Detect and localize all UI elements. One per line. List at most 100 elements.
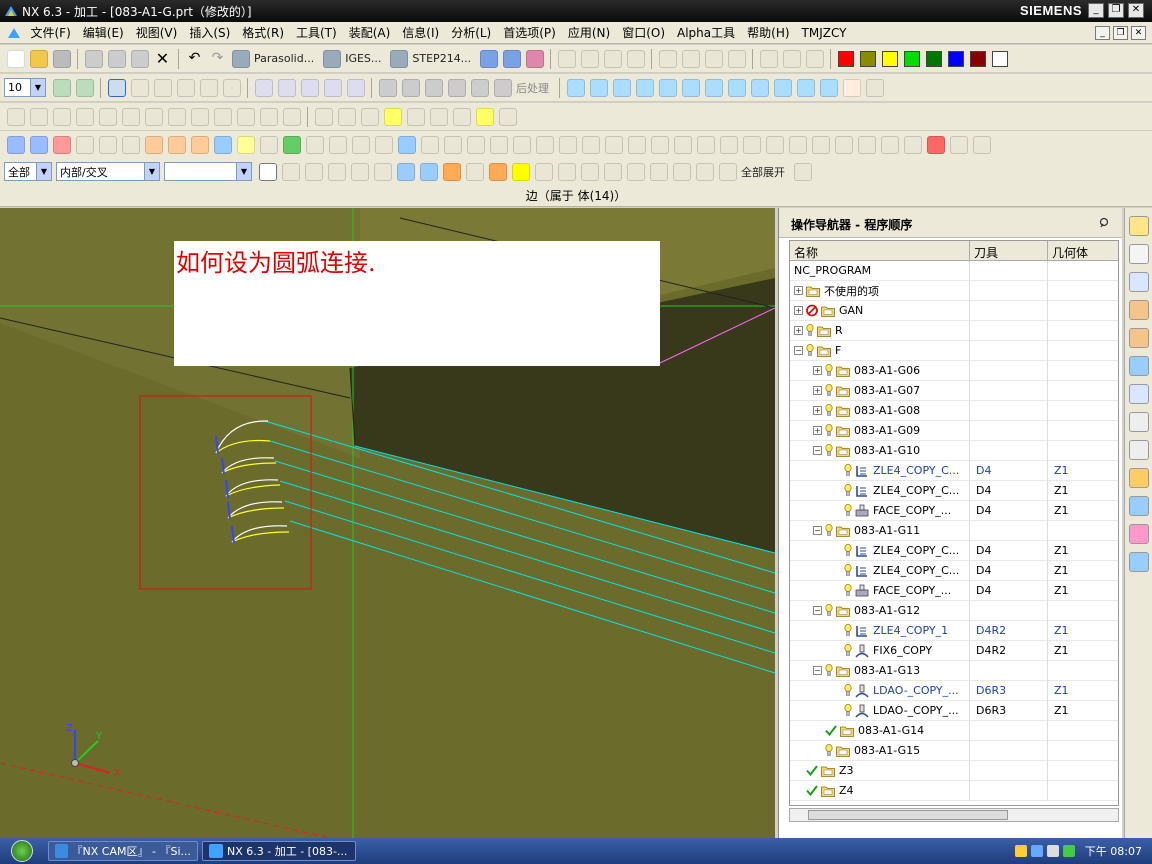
- op-icon-21[interactable]: [475, 107, 494, 126]
- postprocess-icon[interactable]: [493, 78, 512, 97]
- an-icon-2[interactable]: [29, 135, 48, 154]
- cut-icon[interactable]: [84, 49, 103, 68]
- an-icon-27[interactable]: [604, 135, 623, 154]
- nav-tool-icon-12[interactable]: [819, 78, 838, 97]
- table-row[interactable]: +083-A1-G07: [790, 380, 1118, 401]
- an-icon-19[interactable]: [420, 135, 439, 154]
- an-icon-24[interactable]: [535, 135, 554, 154]
- op-icon-19[interactable]: [429, 107, 448, 126]
- color-white-swatch[interactable]: [992, 50, 1009, 67]
- menu-edit[interactable]: 编辑(E): [77, 24, 130, 41]
- web-browser-icon[interactable]: [1129, 384, 1149, 404]
- step-button[interactable]: STEP214...: [412, 52, 471, 65]
- an-icon-39[interactable]: [880, 135, 899, 154]
- an-icon-22[interactable]: [489, 135, 508, 154]
- process-studio-icon[interactable]: [1129, 496, 1149, 516]
- table-row[interactable]: ZLE4_COPY_C... D4 Z1: [790, 460, 1118, 481]
- expand-all-icon[interactable]: [718, 162, 737, 181]
- an-icon-23[interactable]: [512, 135, 531, 154]
- op-icon-18[interactable]: [406, 107, 425, 126]
- an-icon-31[interactable]: [696, 135, 715, 154]
- table-row[interactable]: FACE_COPY_... D4 Z1: [790, 580, 1118, 601]
- transform-icon[interactable]: [525, 49, 544, 68]
- an-icon-18[interactable]: [397, 135, 416, 154]
- color-green-swatch[interactable]: [904, 50, 921, 67]
- graphics-viewport[interactable]: Z Y X 如何设为圆弧连接.: [0, 208, 775, 838]
- color-blue-swatch[interactable]: [948, 50, 965, 67]
- line-icon[interactable]: [557, 49, 576, 68]
- parasolid-button[interactable]: Parasolid...: [254, 52, 314, 65]
- snap-icon-7[interactable]: [419, 162, 438, 181]
- spline-icon[interactable]: [626, 49, 645, 68]
- snap-icon-11[interactable]: [534, 162, 553, 181]
- op-icon-5[interactable]: [98, 107, 117, 126]
- doc-minimize-button[interactable]: _: [1095, 26, 1110, 40]
- verify-path-icon[interactable]: [424, 78, 443, 97]
- reuse-library-icon[interactable]: [1129, 300, 1149, 320]
- op-icon-15[interactable]: [337, 107, 356, 126]
- update-icon[interactable]: [1062, 845, 1075, 857]
- collapse-icon[interactable]: −: [794, 346, 803, 355]
- table-row[interactable]: LDAO-_COPY_... D6R3 Z1: [790, 700, 1118, 721]
- table-row[interactable]: ZLE4_COPY_C... D4 Z1: [790, 560, 1118, 581]
- snap-icon-4[interactable]: [350, 162, 369, 181]
- an-icon-37[interactable]: [834, 135, 853, 154]
- snap-icon-6[interactable]: [396, 162, 415, 181]
- history-icon[interactable]: [1129, 412, 1149, 432]
- new-file-icon[interactable]: [6, 49, 25, 68]
- table-row[interactable]: ZLE4_COPY_C... D4 Z1: [790, 540, 1118, 561]
- table-row[interactable]: − 083-A1-G12: [790, 600, 1118, 621]
- create-operation-icon[interactable]: [346, 78, 365, 97]
- expand-icon[interactable]: +: [813, 386, 822, 395]
- op-icon-9[interactable]: [190, 107, 209, 126]
- op-icon-17[interactable]: [383, 107, 402, 126]
- nav-tool-icon-7[interactable]: [704, 78, 723, 97]
- doc-restore-button[interactable]: ❐: [1113, 26, 1128, 40]
- an-icon-29[interactable]: [650, 135, 669, 154]
- navigator-hscroll[interactable]: [789, 808, 1119, 822]
- snap-icon-10[interactable]: [488, 162, 507, 181]
- nav-tool-icon-5[interactable]: [658, 78, 677, 97]
- snap-icon-5[interactable]: [373, 162, 392, 181]
- table-row[interactable]: ZLE4_COPY_C... D4 Z1: [790, 480, 1118, 501]
- table-row[interactable]: − F: [790, 340, 1118, 361]
- iges-button[interactable]: IGES...: [345, 52, 381, 65]
- menu-application[interactable]: 应用(N): [562, 24, 616, 41]
- wcs-icon-2[interactable]: [153, 78, 172, 97]
- arrow-right-icon[interactable]: [580, 162, 599, 181]
- an-icon-9[interactable]: [190, 135, 209, 154]
- color-maroon-swatch[interactable]: [970, 50, 987, 67]
- op-icon-12[interactable]: [259, 107, 278, 126]
- text-a-icon[interactable]: [479, 49, 498, 68]
- table-row[interactable]: Z3: [790, 760, 1118, 781]
- system-materials-icon[interactable]: [1129, 440, 1149, 460]
- snap-icon-3[interactable]: [327, 162, 346, 181]
- table-row[interactable]: +083-A1-G09: [790, 420, 1118, 441]
- menu-view[interactable]: 视图(V): [130, 24, 184, 41]
- cam-icon-1[interactable]: [52, 78, 71, 97]
- assembly-navigator-icon[interactable]: [1129, 216, 1149, 236]
- arrow-left-icon[interactable]: [557, 162, 576, 181]
- menu-help[interactable]: 帮助(H): [741, 24, 795, 41]
- table-row[interactable]: 083-A1-G15: [790, 740, 1118, 761]
- an-icon-41[interactable]: [926, 135, 945, 154]
- an-icon-20[interactable]: [443, 135, 462, 154]
- trim-curve-icon[interactable]: [681, 49, 700, 68]
- an-icon-10[interactable]: [213, 135, 232, 154]
- an-icon-38[interactable]: [857, 135, 876, 154]
- op-icon-11[interactable]: [236, 107, 255, 126]
- collapse-icon[interactable]: −: [813, 526, 822, 535]
- expand-icon[interactable]: +: [794, 326, 803, 335]
- part-navigator-icon[interactable]: [1129, 244, 1149, 264]
- table-row[interactable]: +083-A1-G06: [790, 360, 1118, 381]
- redo-icon[interactable]: ↷: [209, 50, 227, 68]
- machine-tool-navigator-icon[interactable]: [1129, 328, 1149, 348]
- an-icon-16[interactable]: [351, 135, 370, 154]
- snap-icon-1[interactable]: [281, 162, 300, 181]
- column-geometry[interactable]: 几何体: [1048, 241, 1118, 260]
- table-row[interactable]: ZLE4_COPY_1 D4R2 Z1: [790, 620, 1118, 641]
- simulate-icon[interactable]: [470, 78, 489, 97]
- an-icon-12[interactable]: [259, 135, 278, 154]
- color-red-swatch[interactable]: [838, 50, 855, 67]
- table-row[interactable]: Z4: [790, 780, 1118, 801]
